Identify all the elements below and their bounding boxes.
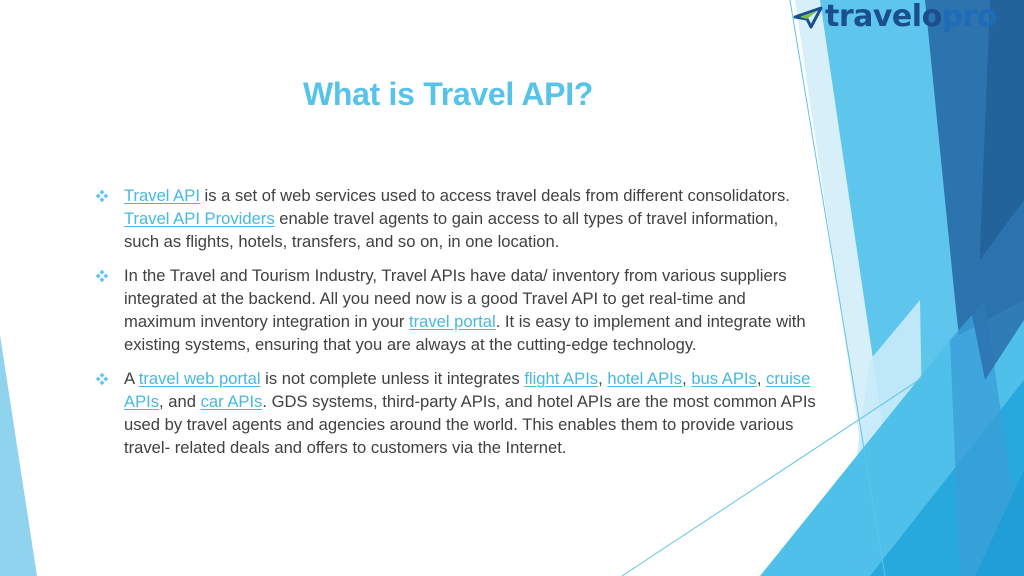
inline-link[interactable]: Travel API Providers xyxy=(124,209,275,228)
slide-content: Travel API is a set of web services used… xyxy=(96,184,816,470)
inline-text: A xyxy=(124,369,139,388)
bullet-item: A travel web portal is not complete unle… xyxy=(96,367,816,459)
inline-link[interactable]: travel portal xyxy=(409,312,496,331)
inline-text: is not complete unless it integrates xyxy=(260,369,525,388)
slide-title: What is Travel API? xyxy=(302,76,594,112)
bullet-item: In the Travel and Tourism Industry, Trav… xyxy=(96,264,816,356)
four-diamond-bullet-icon xyxy=(96,373,108,385)
inline-text: , xyxy=(682,369,692,388)
logo-text-accent: pro xyxy=(941,0,998,34)
inline-text: , xyxy=(756,369,767,388)
inline-link[interactable]: bus APIs xyxy=(691,369,757,388)
inline-text: is a set of web services used to access … xyxy=(199,186,790,205)
inline-link[interactable]: flight APIs xyxy=(524,369,598,388)
logo-wordmark: travelopro xyxy=(825,0,998,34)
inline-link[interactable]: car APIs xyxy=(201,392,263,411)
paper-plane-icon xyxy=(793,6,823,29)
inline-link[interactable]: hotel APIs xyxy=(607,369,682,388)
bullet-text: In the Travel and Tourism Industry, Trav… xyxy=(124,264,816,356)
travelopro-logo: travelopro xyxy=(793,0,998,34)
bullet-item: Travel API is a set of web services used… xyxy=(96,184,816,253)
inline-link[interactable]: travel web portal xyxy=(139,369,261,388)
bullet-text: Travel API is a set of web services used… xyxy=(124,184,816,253)
inline-link[interactable]: Travel API xyxy=(124,186,200,205)
bullet-text: A travel web portal is not complete unle… xyxy=(124,367,816,459)
logo-text-main: travelo xyxy=(825,0,942,34)
inline-text: , and xyxy=(159,392,201,411)
four-diamond-bullet-icon xyxy=(96,270,108,282)
four-diamond-bullet-icon xyxy=(96,190,108,202)
inline-text: , xyxy=(598,369,608,388)
left-accent-triangle xyxy=(0,335,37,576)
